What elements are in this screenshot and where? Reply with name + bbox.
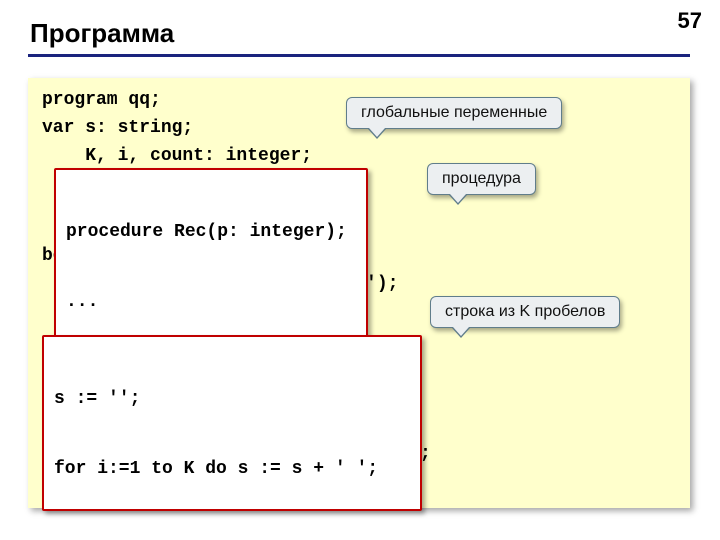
overlay-line: procedure Rec(p: integer);: [66, 221, 356, 244]
code-line: K, i, count: integer;: [42, 146, 312, 166]
callout-spaces: строка из K пробелов: [430, 296, 620, 328]
title-divider: [28, 54, 690, 57]
overlay-spaces-code: s := ''; for i:=1 to K do s := s + ' ';: [42, 335, 422, 511]
page-title: Программа: [30, 18, 174, 49]
overlay-line: s := '';: [54, 388, 410, 411]
callout-procedure: процедура: [427, 163, 536, 195]
overlay-line: ...: [66, 291, 356, 314]
page-number: 57: [678, 8, 702, 34]
overlay-line: for i:=1 to K do s := s + ' ';: [54, 458, 410, 481]
callout-globals: глобальные переменные: [346, 97, 562, 129]
code-line: program qq;: [42, 90, 161, 110]
code-line: var s: string;: [42, 118, 193, 138]
